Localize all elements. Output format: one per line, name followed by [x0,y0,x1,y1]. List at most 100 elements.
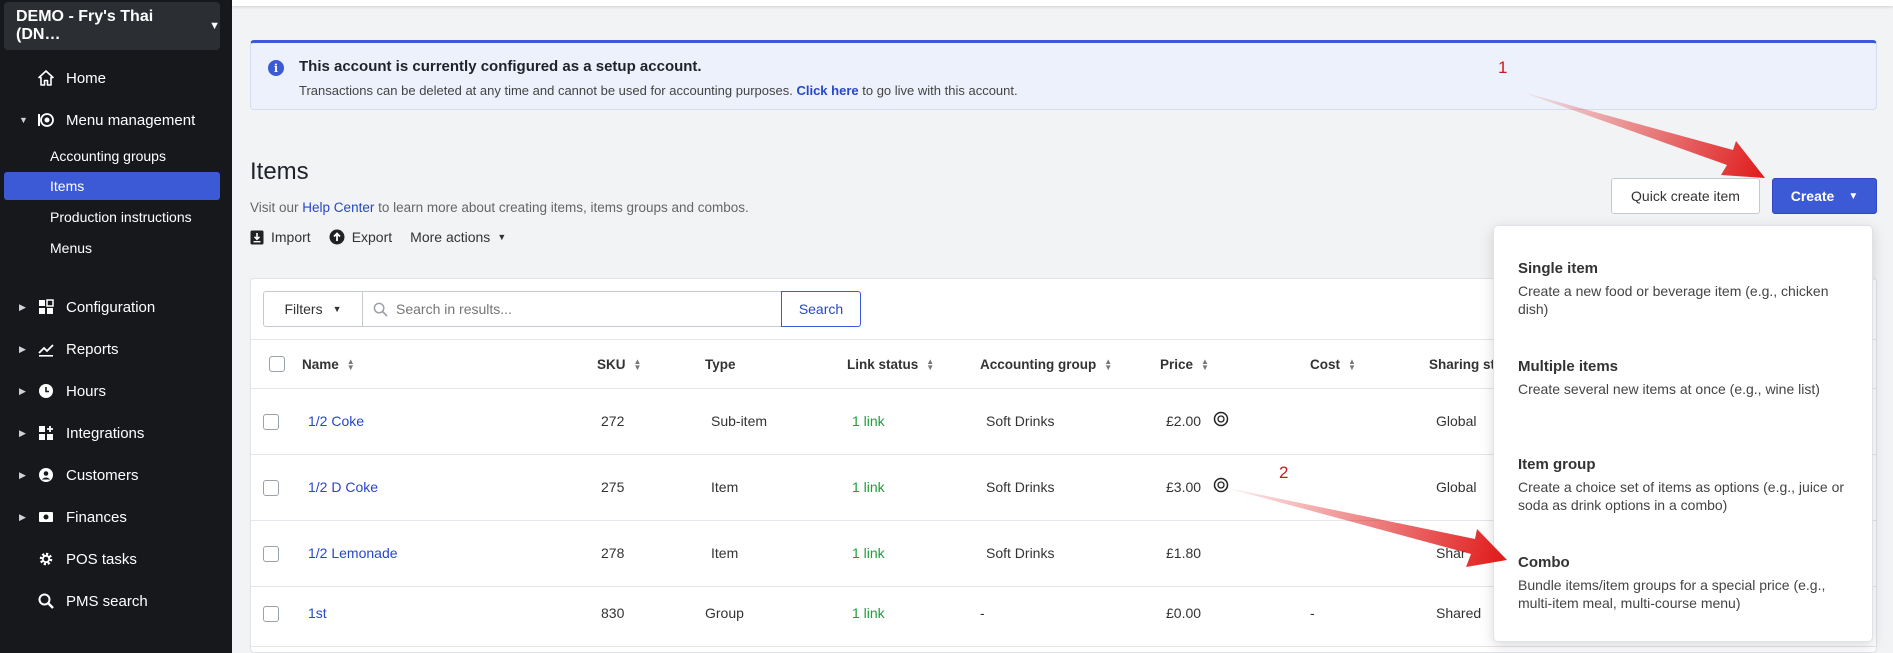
caret-right-icon: ▶ [19,511,26,522]
column-sku-header[interactable]: SKU ▲ ▼ [597,357,641,372]
column-cost-header[interactable]: Cost ▲ ▼ [1310,357,1356,372]
create-multiple-items-option[interactable]: Multiple items Create several new items … [1518,358,1858,398]
sidebar-subitem-menus[interactable]: Menus [4,234,220,262]
sidebar-item-configuration[interactable]: ▶ Configuration [0,292,232,322]
item-accounting-group: Soft Drinks [986,479,1055,495]
option-title: Single item [1518,260,1599,277]
help-text-after: to learn more about creating items, item… [378,200,749,215]
caret-down-icon: ▼ [19,115,28,125]
item-accounting-group: Soft Drinks [986,545,1055,561]
column-label: Link status [847,357,919,372]
go-live-link[interactable]: Click here [796,83,858,98]
column-label: Price [1160,357,1194,372]
venue-name: DEMO - Fry's Thai (DN… [16,8,154,43]
integrations-icon [37,424,55,442]
home-icon [37,69,55,87]
price-levels-icon[interactable] [1213,411,1229,427]
chart-line-icon [37,340,55,358]
item-price: £1.80 [1166,545,1202,561]
item-link-status[interactable]: 1 link [852,479,885,495]
filters-button[interactable]: Filters ▼ [263,291,363,327]
sidebar-item-menu-management[interactable]: ▼ Menu management [0,105,232,135]
sidebar-item-label: Home [66,69,107,87]
sidebar-item-label: PMS search [66,592,148,610]
caret-right-icon: ▶ [19,427,26,438]
sidebar-item-label: Configuration [66,298,156,316]
option-title: Multiple items [1518,358,1619,375]
sidebar-item-finances[interactable]: ▶ Finances [0,502,232,532]
item-accounting-group: - [980,605,985,621]
item-cost: - [1310,605,1315,621]
item-link-status[interactable]: 1 link [852,413,885,429]
sidebar-item-pos-tasks[interactable]: POS tasks [0,544,232,574]
help-center-link[interactable]: Help Center [302,200,374,215]
sidebar-item-reports[interactable]: ▶ Reports [0,334,232,364]
row-checkbox[interactable] [263,480,279,496]
banner-text-after: to go live with this account. [862,83,1018,98]
row-checkbox[interactable] [263,414,279,430]
sidebar-item-pms-search[interactable]: PMS search [0,586,232,616]
column-price-header[interactable]: Price ▲ ▼ [1160,357,1209,372]
item-link-status[interactable]: 1 link [852,545,885,561]
sidebar-item-integrations[interactable]: ▶ Integrations [0,418,232,448]
search-input[interactable] [396,301,776,317]
create-dropdown-menu: Single item Create a new food or beverag… [1493,225,1873,642]
search-icon [373,302,388,317]
price-levels-icon[interactable] [1213,477,1229,493]
item-price: £2.00 [1166,413,1202,429]
quick-create-item-button[interactable]: Quick create item [1611,178,1760,214]
item-type: Item [711,545,739,561]
caret-down-icon: ▼ [497,232,507,242]
sidebar-item-label: Finances [66,508,127,526]
import-button[interactable]: Import [250,229,311,245]
banner-text: Transactions can be deleted at any time … [299,83,1018,98]
venue-selector[interactable]: DEMO - Fry's Thai (DN… ▼ [4,2,220,50]
sidebar-subitem-accounting-groups[interactable]: Accounting groups [4,142,220,170]
sidebar-item-home[interactable]: Home [0,63,232,93]
create-button[interactable]: Create ▼ [1772,178,1877,214]
sidebar-item-label: Customers [66,466,139,484]
more-actions-button[interactable]: More actions ▼ [410,229,506,245]
sidebar-item-label: Reports [66,340,119,358]
filters-label: Filters [284,301,323,317]
item-price: £0.00 [1166,605,1202,621]
column-label: Accounting group [980,357,1097,372]
item-name-link[interactable]: 1/2 Lemonade [308,545,398,561]
item-name-link[interactable]: 1st [308,605,327,621]
item-name-link[interactable]: 1/2 Coke [308,413,364,429]
banner-title: This account is currently configured as … [299,58,702,75]
column-accounting-group-header[interactable]: Accounting group ▲ ▼ [980,357,1112,372]
caret-down-icon: ▼ [332,304,342,314]
item-sharing-status: Shar [1436,545,1466,561]
banner-text-before: Transactions can be deleted at any time … [299,83,793,98]
create-single-item-option[interactable]: Single item Create a new food or beverag… [1518,260,1858,318]
sidebar-item-hours[interactable]: ▶ Hours [0,376,232,406]
sidebar-item-label: Integrations [66,424,145,442]
column-name-header[interactable]: Name ▲ ▼ [302,357,355,372]
row-checkbox[interactable] [263,546,279,562]
sidebar-item-label: POS tasks [66,550,137,568]
export-button[interactable]: Export [329,229,392,245]
configuration-icon [37,298,55,316]
sidebar-subitem-items[interactable]: Items [4,172,220,200]
top-bar [232,0,1893,6]
sidebar-subitem-production-instructions[interactable]: Production instructions [4,203,220,231]
item-sharing-status: Shared [1436,605,1482,621]
sidebar-item-label: Hours [66,382,107,400]
sidebar-item-label: Menu management [66,111,196,129]
sidebar-item-customers[interactable]: ▶ Customers [0,460,232,490]
column-label: Sharing sta [1429,357,1503,372]
item-name-link[interactable]: 1/2 D Coke [308,479,378,495]
create-combo-option[interactable]: Combo Bundle items/item groups for a spe… [1518,554,1858,612]
user-circle-icon [37,466,55,484]
search-button[interactable]: Search [781,291,861,327]
create-item-group-option[interactable]: Item group Create a choice set of items … [1518,456,1858,514]
item-sku: 275 [601,479,625,495]
option-title: Combo [1518,554,1570,571]
row-checkbox[interactable] [263,606,279,622]
sort-icon: ▲ ▼ [633,356,642,372]
column-link-status-header[interactable]: Link status ▲ ▼ [847,357,934,372]
select-all-checkbox[interactable] [269,356,285,372]
item-link-status[interactable]: 1 link [852,605,885,621]
export-icon [329,229,345,245]
